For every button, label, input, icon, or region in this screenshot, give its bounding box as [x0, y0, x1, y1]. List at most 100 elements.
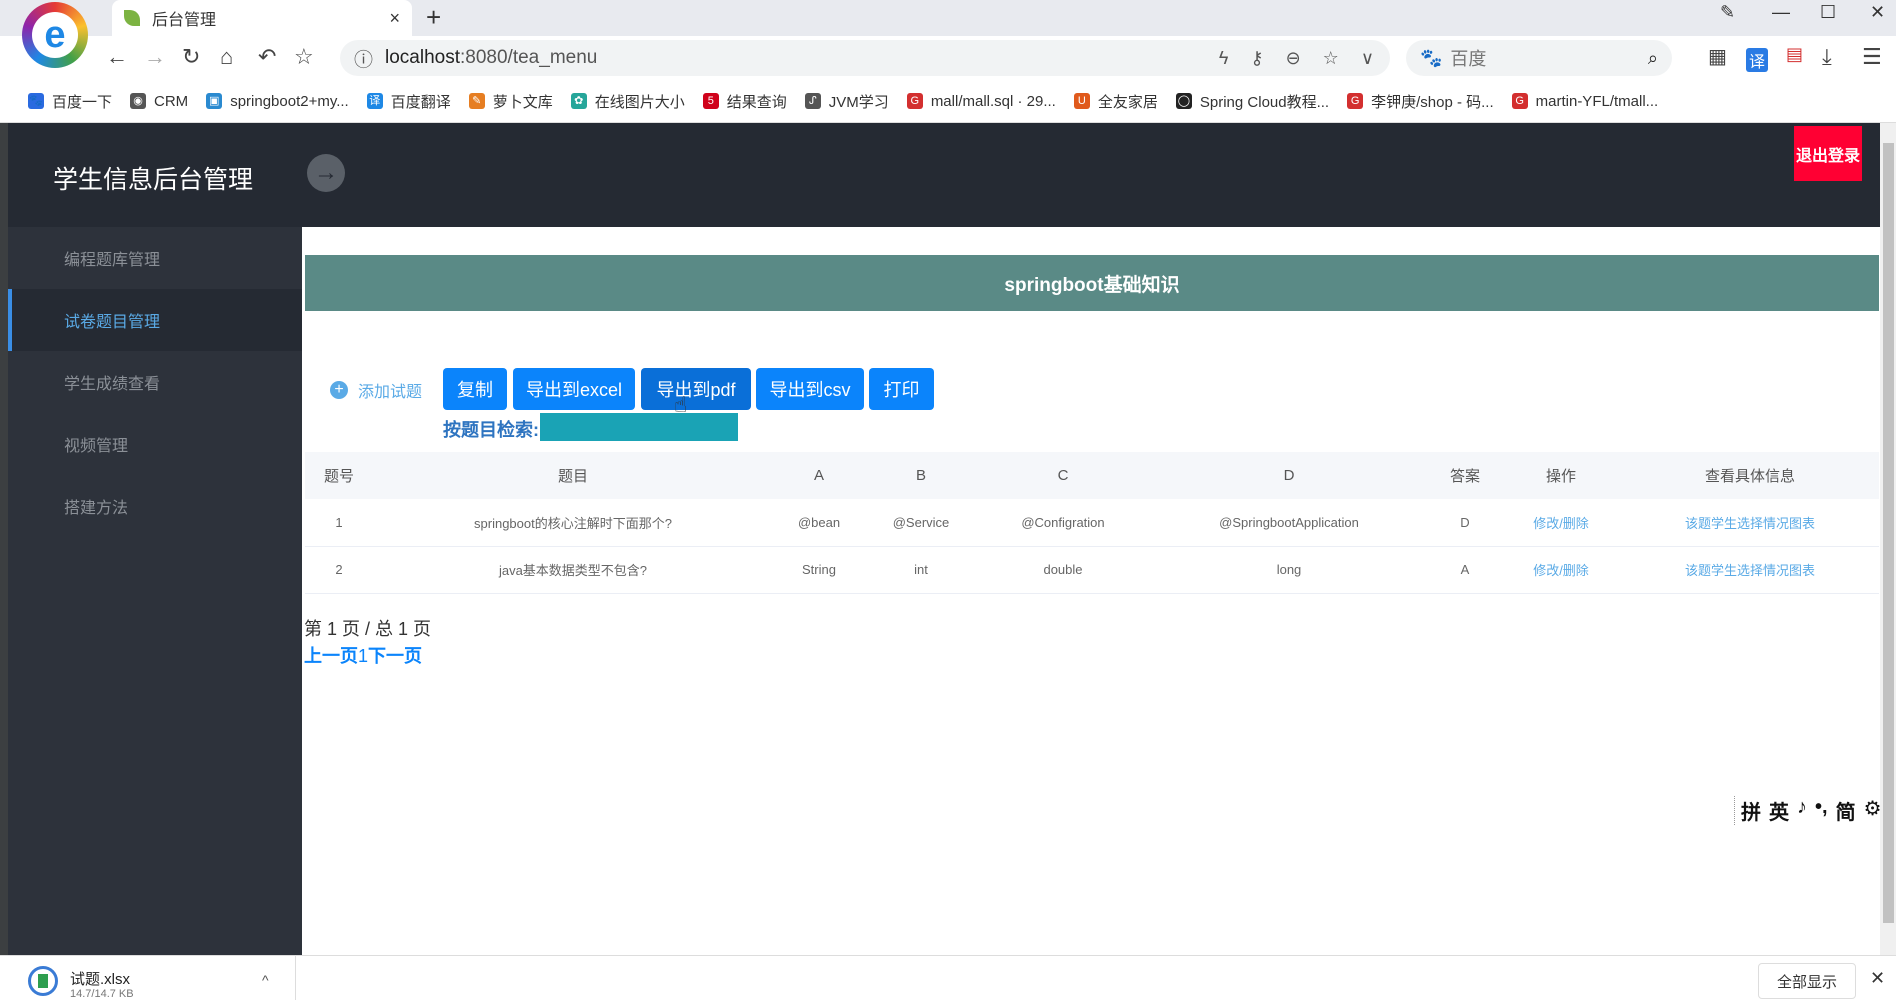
forward-icon[interactable]: →	[144, 44, 166, 70]
bookmark-item[interactable]: ✿ 在线图片大小	[570, 91, 685, 112]
ime-button-icon[interactable]: ⚙	[1864, 796, 1882, 825]
ime-button-icon[interactable]: •,	[1815, 796, 1828, 825]
ime-button-icon[interactable]: 拼	[1741, 796, 1761, 825]
logout-button[interactable]: 退出登录	[1794, 126, 1862, 181]
table-row: 1 springboot的核心注解时下面那个? @bean @Service @Conf…	[305, 499, 1879, 547]
arrow-right-icon[interactable]: →	[307, 154, 345, 192]
page-number-link[interactable]: 1	[358, 646, 368, 666]
url-path: :8080/tea_menu	[460, 47, 598, 68]
bookmark-item[interactable]: Gmartin-YFL/tmall...	[1511, 93, 1658, 110]
download-size: 14.7/14.7 KB	[70, 988, 134, 1000]
exam-title-banner: springboot基础知识	[305, 255, 1879, 311]
edit-delete-link[interactable]: 修改/删除	[1533, 563, 1589, 578]
export-excel-button[interactable]: 导出到excel	[513, 368, 635, 410]
lightning-icon[interactable]: ϟ	[1219, 48, 1229, 69]
home-icon[interactable]: ⌂	[220, 44, 233, 70]
chevron-up-icon[interactable]: ^	[262, 972, 269, 988]
bookmark-label: 百度翻译	[390, 93, 451, 111]
add-question-button[interactable]: + 添加试题	[330, 378, 422, 402]
maximize-icon[interactable]: ☐	[1820, 2, 1836, 23]
bookmark-item[interactable]: U 全友家居	[1073, 91, 1158, 112]
page-scrollbar[interactable]	[1880, 123, 1896, 955]
bookmark-item[interactable]: ✎ 萝卜文库	[468, 91, 553, 112]
key-icon[interactable]: ⚷	[1250, 48, 1263, 69]
table-cell: @SpringbootApplication	[1149, 499, 1429, 547]
bookmark-item[interactable]: 🐾 百度一下	[28, 91, 112, 112]
bookmark-item[interactable]: G 李钾庚/shop - 码...	[1347, 91, 1494, 112]
bookmark-label: Spring Cloud教程...	[1199, 93, 1330, 111]
sidebar-item[interactable]: 视频管理	[8, 413, 302, 475]
table-cell: A	[1429, 546, 1501, 594]
ime-button-icon[interactable]: 英	[1769, 796, 1789, 825]
search-icon[interactable]: ⌕	[1648, 48, 1658, 69]
prev-page-link[interactable]: 上一页	[304, 646, 358, 666]
bookmark-favicon-icon: G	[1511, 93, 1528, 109]
table-cell: 修改/删除	[1501, 546, 1621, 594]
download-icon[interactable]: ⤓	[1822, 44, 1832, 70]
bookmark-label: 全友家居	[1097, 93, 1158, 111]
bookmark-item[interactable]: Gmall/mall.sql · 29...	[906, 92, 1056, 110]
bookmark-label: 在线图片大小	[594, 93, 685, 111]
bookmark-item[interactable]: ◉ CRM	[130, 93, 188, 110]
sidebar-item[interactable]: 编程题库管理	[8, 227, 302, 289]
question-search-input[interactable]	[540, 413, 738, 441]
bookmark-favicon-icon: G	[1347, 93, 1364, 109]
download-filename[interactable]: 试题.xlsx	[70, 968, 130, 989]
ime-button-icon[interactable]: ♪	[1797, 796, 1807, 825]
bookmark-item[interactable]: ᔑ JVM学习	[804, 91, 889, 112]
tab-close-icon[interactable]: ×	[389, 8, 400, 29]
next-page-link[interactable]: 下一页	[368, 646, 422, 666]
qrcode-icon[interactable]: ▦	[1708, 44, 1727, 69]
zoom-out-icon[interactable]: ⊖	[1286, 48, 1301, 69]
bookmark-item[interactable]: ▣ springboot2+my...	[206, 93, 349, 110]
close-window-icon[interactable]: ✕	[1870, 2, 1885, 23]
choice-chart-link[interactable]: 该题学生选择情况图表	[1685, 563, 1815, 578]
pdf-icon[interactable]: ▤	[1786, 44, 1803, 65]
bookmark-item[interactable]: 译百度翻译	[366, 91, 451, 112]
new-tab-button[interactable]: +	[426, 2, 441, 33]
choice-chart-link[interactable]: 该题学生选择情况图表	[1685, 516, 1815, 531]
search-label: 按题目检索:	[443, 420, 539, 440]
export-csv-button[interactable]: 导出到csv	[756, 368, 864, 410]
minimize-icon[interactable]: —	[1772, 2, 1790, 23]
plus-circle-icon: +	[330, 381, 348, 399]
back-icon[interactable]: ←	[106, 44, 128, 70]
tab-title: 后台管理	[152, 12, 217, 29]
edit-delete-link[interactable]: 修改/删除	[1533, 516, 1589, 531]
print-button[interactable]: 打印	[869, 368, 934, 410]
menu-icon[interactable]: ☰	[1862, 44, 1882, 70]
star-icon[interactable]: ☆	[294, 44, 314, 70]
table-cell: java基本数据类型不包含?	[373, 546, 773, 594]
table-header-row: 题号 题目 A B C D 答案 操作 查看具体信息	[305, 452, 1879, 499]
copy-button[interactable]: 复制	[443, 368, 507, 410]
undo-icon[interactable]: ↶	[258, 44, 276, 70]
bookmark-star-icon[interactable]: ☆	[1323, 48, 1339, 69]
app-header	[8, 123, 1880, 227]
sidebar-item[interactable]: 学生成绩查看	[8, 351, 302, 413]
note-icon[interactable]: ✎	[1720, 2, 1735, 23]
bookmark-label: mall/mall.sql · 29...	[930, 92, 1056, 110]
scrollbar-thumb[interactable]	[1883, 143, 1894, 923]
chevron-down-icon[interactable]: ∨	[1361, 48, 1374, 69]
table-cell: 2	[305, 546, 373, 594]
url-bar[interactable]: ⓘ localhost:8080/tea_menu ϟ ⚷ ⊖ ☆ ∨	[340, 40, 1390, 76]
table-cell: @bean	[773, 499, 865, 547]
sidebar-item-label: 试卷题目管理	[64, 314, 161, 331]
browser-tab[interactable]: 后台管理 ×	[112, 0, 412, 36]
search-box[interactable]: 🐾 百度 ⌕	[1406, 40, 1672, 76]
column-header: 题目	[373, 452, 773, 499]
translate-icon[interactable]: 译	[1746, 48, 1769, 72]
ime-button-icon[interactable]: 简	[1836, 796, 1856, 825]
sidebar-item[interactable]: 搭建方法	[8, 475, 302, 537]
bookmark-item[interactable]: ◯ Spring Cloud教程...	[1175, 91, 1330, 112]
bookmark-item[interactable]: 5 结果查询	[702, 91, 787, 112]
browser-logo-icon: e	[22, 2, 88, 68]
close-download-bar-icon[interactable]: ✕	[1870, 968, 1885, 989]
sidebar-item[interactable]: 试卷题目管理	[8, 289, 302, 351]
show-all-downloads-button[interactable]: 全部显示	[1758, 963, 1856, 999]
divider	[295, 955, 296, 1000]
table-cell: @Configration	[977, 499, 1149, 547]
reload-icon[interactable]: ↻	[182, 44, 200, 70]
export-pdf-button[interactable]: 导出到pdf	[641, 368, 751, 410]
table-cell: double	[977, 546, 1149, 594]
